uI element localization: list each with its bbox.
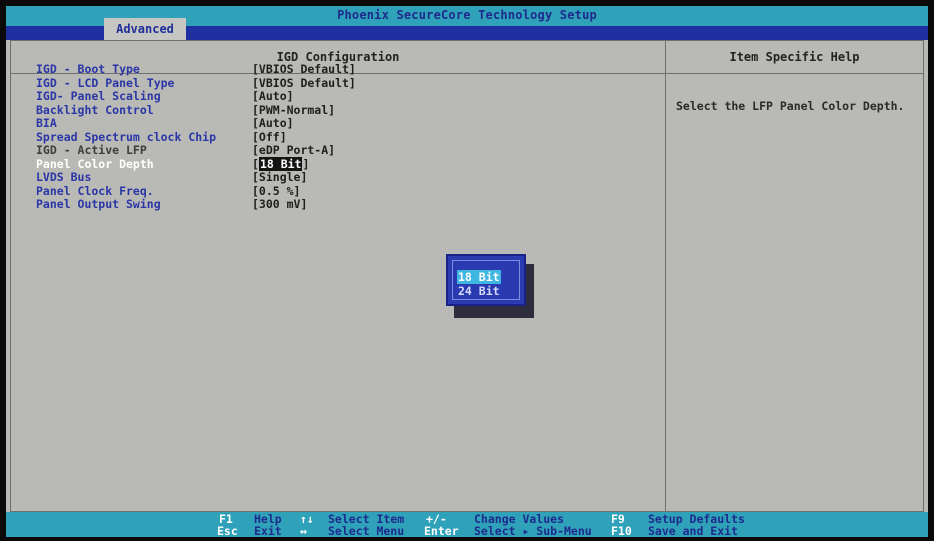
setting-value[interactable]: [18 Bit]	[252, 156, 310, 171]
setting-label: IGD - Boot Type	[36, 62, 140, 76]
bracket-open: [	[252, 156, 259, 171]
popup-option-24-bit[interactable]: 24 Bit	[458, 284, 500, 298]
bios-screen: Phoenix SecureCore Technology Setup Adva…	[6, 6, 928, 537]
setting-label: IGD- Panel Scaling	[36, 89, 161, 103]
setting-label: BIA	[36, 116, 57, 130]
help-text: Select the LFP Panel Color Depth.	[676, 99, 905, 113]
setting-label: IGD - Active LFP	[36, 143, 147, 157]
key-exit-label: Exit	[254, 524, 282, 537]
tab-advanced[interactable]: Advanced	[104, 18, 186, 40]
setting-value[interactable]: [0.5 %]	[252, 184, 300, 198]
key-esc: Esc	[217, 524, 238, 537]
key-legend: F1 Help ↑↓ Select Item +/- Change Values…	[6, 512, 928, 537]
setting-label: Panel Color Depth	[36, 156, 154, 171]
setting-label: IGD - LCD Panel Type	[36, 75, 175, 90]
setting-value: [eDP Port-A]	[252, 143, 336, 157]
setting-label: Backlight Control	[36, 102, 154, 117]
setting-value[interactable]: [VBIOS Default]	[252, 76, 356, 90]
key-save-exit-label: Save and Exit	[648, 524, 739, 537]
setting-value[interactable]: [Off]	[252, 130, 287, 144]
setting-label: Panel Clock Freq.	[36, 183, 154, 198]
bracket-close: ]	[302, 156, 310, 171]
option-popup: 18 Bit 24 Bit	[446, 254, 526, 306]
setting-label: Spread Spectrum clock Chip	[36, 129, 217, 144]
popup-option-18-bit[interactable]: 18 Bit	[457, 270, 501, 284]
help-panel-title: Item Specific Help	[666, 41, 923, 74]
key-select-menu-label: Select Menu	[328, 524, 405, 537]
setting-value[interactable]: [Single]	[252, 170, 307, 184]
key-f10: F10	[611, 524, 632, 537]
setting-value[interactable]: [VBIOS Default]	[252, 62, 356, 76]
selected-value: 18 Bit	[258, 156, 303, 171]
key-select-submenu-label: Select ▸ Sub-Menu	[474, 524, 592, 537]
help-panel: Item Specific Help Select the LFP Panel …	[665, 40, 924, 512]
setting-label: LVDS Bus	[36, 170, 92, 184]
setting-value[interactable]: [Auto]	[252, 89, 294, 103]
setting-value[interactable]: [PWM-Normal]	[252, 103, 335, 117]
key-leftright: ↔	[300, 524, 307, 537]
setting-label: Panel Output Swing	[36, 197, 161, 211]
setting-value[interactable]: [Auto]	[252, 116, 294, 130]
key-enter: Enter	[424, 524, 459, 537]
setting-value[interactable]: [300 mV]	[252, 197, 307, 211]
